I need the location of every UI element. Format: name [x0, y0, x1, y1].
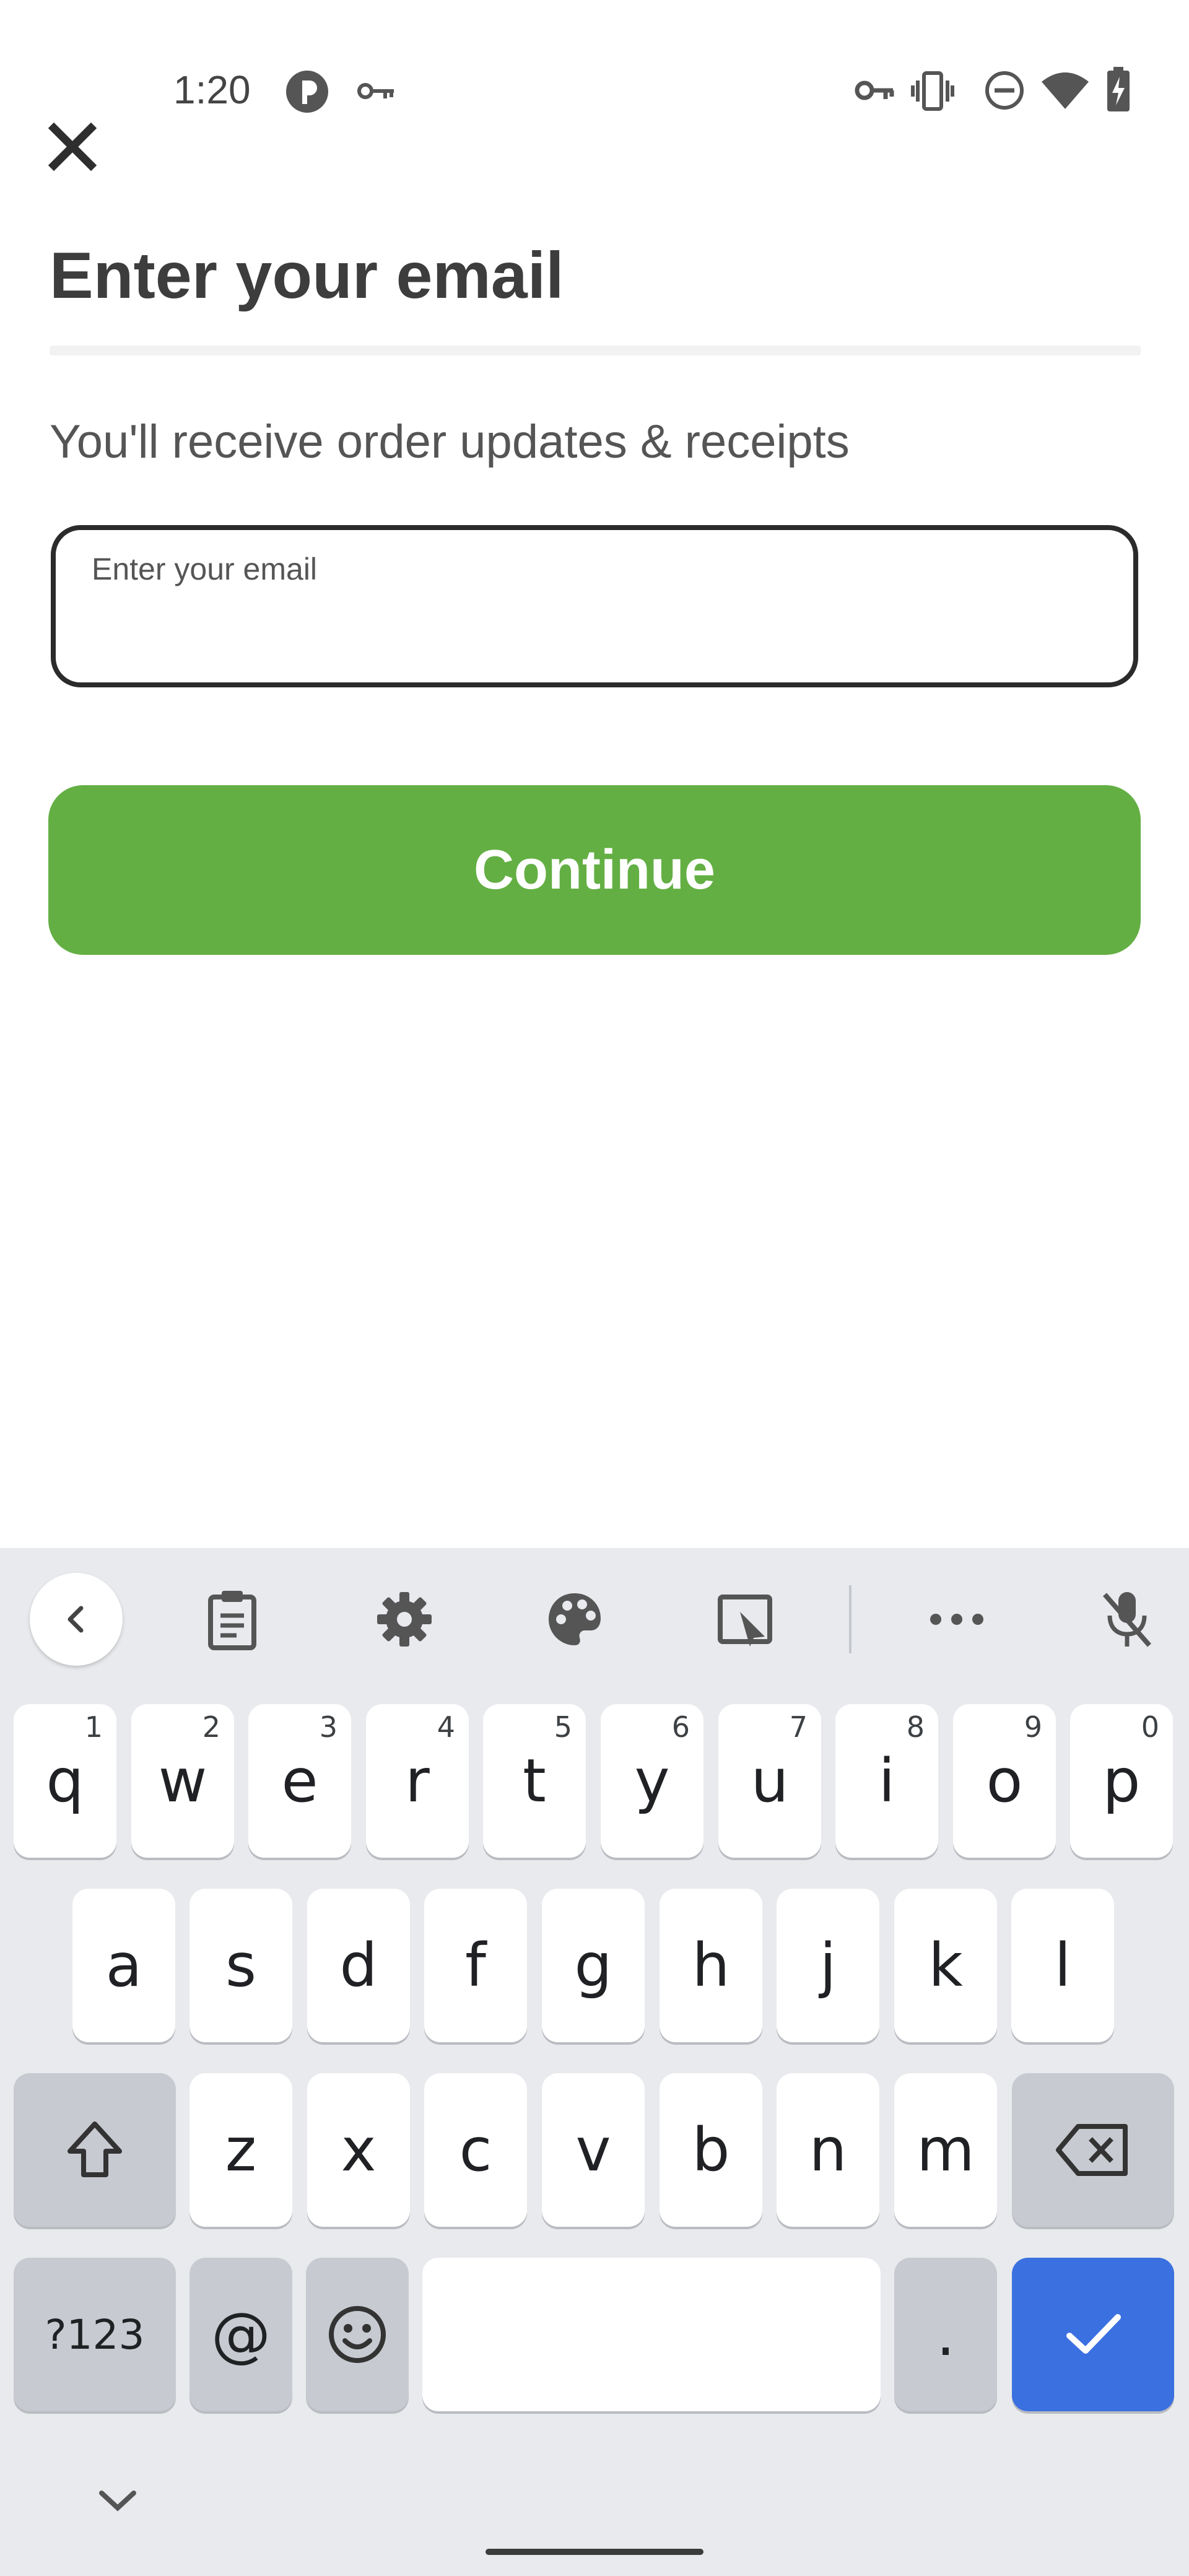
key-j[interactable]: j	[777, 1889, 879, 2042]
backspace-icon	[1056, 2124, 1128, 2176]
vibrate-icon	[911, 71, 954, 111]
key-o[interactable]: o9	[953, 1704, 1056, 1858]
key-k[interactable]: k	[894, 1889, 997, 2042]
emoji-icon	[329, 2306, 386, 2363]
key-e[interactable]: e3	[248, 1704, 351, 1858]
mic-off-icon	[1102, 1592, 1152, 1647]
shift-key[interactable]	[14, 2073, 176, 2227]
clipboard-icon	[208, 1591, 256, 1650]
key-g[interactable]: g	[542, 1889, 645, 2042]
key-x[interactable]: x	[307, 2073, 410, 2227]
key-u[interactable]: u7	[718, 1704, 821, 1858]
key-f[interactable]: f	[424, 1889, 527, 2042]
backspace-key[interactable]	[1012, 2073, 1174, 2227]
close-button[interactable]	[38, 113, 107, 181]
key-z[interactable]: z	[189, 2073, 292, 2227]
theme-button[interactable]	[528, 1573, 621, 1666]
keyboard: q1 w2 e3 r4 t5 y6 u7 i8 o9 p0 a s d f g …	[0, 1548, 1189, 2576]
more-button[interactable]	[910, 1573, 1003, 1666]
email-field[interactable]: Enter your email	[51, 525, 1138, 687]
battery-charging-icon	[1107, 67, 1130, 111]
toolbar-separator	[849, 1585, 851, 1653]
toolbar-back-button[interactable]	[30, 1573, 123, 1666]
floating-keyboard-button[interactable]	[699, 1573, 791, 1666]
key-c[interactable]: c	[424, 2073, 527, 2227]
at-key[interactable]: @	[189, 2258, 292, 2411]
gesture-nav-handle[interactable]	[486, 2549, 703, 2555]
email-input[interactable]	[92, 604, 1082, 660]
key-icon	[357, 83, 394, 99]
key-n[interactable]: n	[777, 2073, 879, 2227]
status-time: 1:20	[173, 67, 251, 112]
key-v[interactable]: v	[542, 2073, 645, 2227]
key-r[interactable]: r4	[366, 1704, 469, 1858]
page-title: Enter your email	[50, 239, 564, 312]
key-y[interactable]: y6	[601, 1704, 703, 1858]
key-i[interactable]: i8	[835, 1704, 938, 1858]
close-icon	[48, 122, 97, 172]
settings-icon	[377, 1592, 432, 1647]
key-b[interactable]: b	[660, 2073, 762, 2227]
key-p[interactable]: p0	[1070, 1704, 1173, 1858]
key-h[interactable]: h	[660, 1889, 762, 2042]
floating-keyboard-icon	[718, 1595, 772, 1647]
key-d[interactable]: d	[307, 1889, 410, 2042]
theme-palette-icon	[549, 1593, 601, 1645]
voice-input-button[interactable]	[1081, 1573, 1174, 1666]
checkmark-icon	[1066, 2314, 1121, 2354]
key-w[interactable]: w2	[131, 1704, 234, 1858]
symbols-key[interactable]: ?123	[14, 2258, 176, 2411]
key-t[interactable]: t5	[483, 1704, 586, 1858]
hide-keyboard-chevron-icon[interactable]	[93, 2483, 142, 2518]
continue-button[interactable]: Continue	[48, 785, 1141, 955]
period-key[interactable]: .	[894, 2258, 997, 2411]
settings-button[interactable]	[358, 1573, 451, 1666]
key-a[interactable]: a	[72, 1889, 175, 2042]
app-notification-icon	[286, 71, 328, 113]
vpn-key-icon	[855, 80, 894, 100]
status-bar: 1:20	[0, 0, 1189, 113]
back-icon	[68, 1606, 84, 1633]
key-m[interactable]: m	[894, 2073, 997, 2227]
divider	[50, 346, 1141, 355]
space-key[interactable]	[422, 2258, 881, 2411]
enter-key[interactable]	[1012, 2258, 1174, 2411]
do-not-disturb-icon	[985, 71, 1024, 110]
key-l[interactable]: l	[1011, 1889, 1114, 2042]
email-field-label: Enter your email	[92, 552, 318, 586]
subtitle: You'll receive order updates & receipts	[50, 416, 850, 468]
more-icon	[930, 1614, 983, 1625]
key-q[interactable]: q1	[14, 1704, 116, 1858]
clipboard-button[interactable]	[186, 1573, 279, 1666]
keyboard-toolbar	[0, 1548, 1189, 1690]
shift-icon	[68, 2121, 122, 2177]
key-s[interactable]: s	[189, 1889, 292, 2042]
emoji-key[interactable]	[306, 2258, 409, 2411]
wifi-icon	[1042, 72, 1089, 109]
